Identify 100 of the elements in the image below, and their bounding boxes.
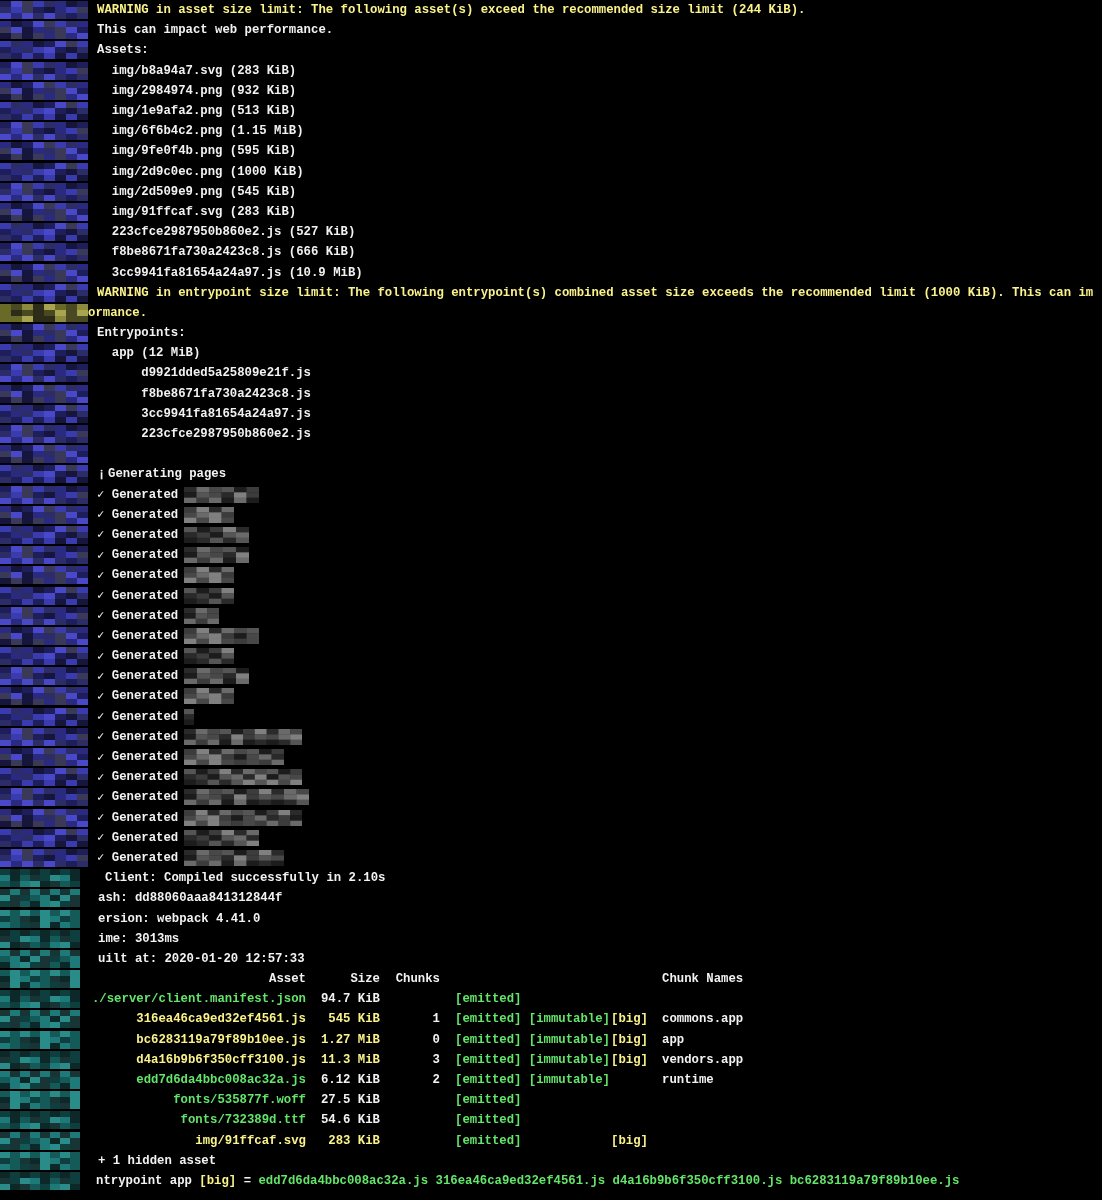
table-cell-text: 2 [431,1073,440,1088]
log-text: This can impact web performance. [97,23,334,38]
status-label: Generated [111,729,179,744]
warning-message: WARNING in asset size limit: The following asset(s) exceed the recommended size limit (244 KiB). [97,3,806,18]
check-icon: ✓ [97,507,105,523]
check-icon: ✓ [97,789,105,805]
pixelated-block [184,587,235,604]
status-label: Generated [111,548,179,563]
table-cell-text: 94.7 KiB [319,992,380,1007]
pixelated-block [184,526,250,543]
status-label: Generated [111,790,179,805]
pixelated-block [184,547,250,564]
status-label: Generated [111,487,179,502]
table-cell-text: 316ea46ca9ed32ef4561.js [135,1012,306,1027]
check-icon: ✓ [97,588,105,604]
table-cell-text: 0 [431,1032,440,1047]
asset-entry: img/2984974.png (932 KiB) [110,83,297,98]
pixelated-block [184,668,250,685]
status-label: Generated [111,830,179,845]
table-cell-text: bc6283119a79f89b10ee.js [135,1032,306,1047]
pixelated-block [184,708,195,725]
log-text: uilt at: 2020-01-20 12:57:33 [98,951,305,966]
pixelated-block [184,506,235,523]
check-icon: ✓ [97,688,105,704]
asset-entry: img/1e9afa2.png (513 KiB) [110,104,297,119]
table-cell-text: d4a16b9b6f350cff3100.js [135,1052,306,1067]
status-tag: [emitted] [455,1133,522,1148]
table-cell-text: fonts/535877f.woff [172,1093,306,1108]
log-text: ntrypoint app [96,1173,192,1188]
status-tag: [immutable] [528,1073,610,1088]
status-label: Generated [111,568,179,583]
status-tag: [immutable] [528,1052,610,1067]
column-header: Chunk Names [662,972,744,987]
table-cell-text: 545 KiB [327,1012,380,1027]
pixelated-block [184,648,235,665]
asset-entry: img/91ffcaf.svg (283 KiB) [110,204,297,219]
log-text: Assets: [97,43,149,58]
status-tag: [emitted] [455,1093,522,1108]
log-text: ash: dd88060aaa841312844f [98,891,283,906]
status-label: Generated [111,709,179,724]
table-cell-text: 11.3 MiB [319,1052,380,1067]
status-tag: [big] [611,1052,662,1067]
status-tag: [big] [611,1012,662,1027]
table-cell-text: 1 [431,1012,440,1027]
asset-entry: app (12 MiB) [110,346,201,361]
pixelated-block [184,607,220,624]
status-label: Generated [111,810,179,825]
check-icon: ✓ [97,850,105,866]
warning-message: WARNING in entrypoint size limit: The following entrypoint(s) combined asset size exceeds the recommended limit (1000 KiB). This can im [97,285,1094,300]
asset-entry: 223cfce2987950b860e2.js (527 KiB) [110,225,356,240]
log-text: = [243,1173,251,1188]
table-cell-text: 283 KiB [327,1133,380,1148]
pixelated-block [184,567,235,584]
check-icon: ✓ [97,547,105,563]
status-label: Generated [111,850,179,865]
check-icon: ✓ [97,830,105,846]
column-header: Size [349,972,380,987]
status-label: Generated [111,588,179,603]
check-icon: ✓ [97,648,105,664]
log-text: ersion: webpack 4.41.0 [98,911,261,926]
log-text: Entrypoints: [97,326,186,341]
asset-entry: f8be8671fa730a2423c8.js (666 KiB) [110,245,356,260]
check-icon: ✓ [97,729,105,745]
asset-entry: 3cc9941fa81654a24a97.js (10.9 MiB) [110,265,363,280]
column-header: Chunks [394,972,440,987]
table-cell-text: img/91ffcaf.svg [194,1133,306,1148]
check-icon: ✓ [97,769,105,785]
check-icon: ✓ [97,749,105,765]
log-text: + 1 hidden asset [98,1153,217,1168]
table-cell-text: 3 [431,1052,440,1067]
pixelated-block [184,688,235,705]
check-icon: ✓ [97,810,105,826]
file-list: edd7d6da4bbc008ac32a.js 316ea46ca9ed32ef4561.js d4a16b9b6f350cff3100.js bc6283119a79f89b10ee.js [258,1173,960,1188]
table-cell-text: edd7d6da4bbc008ac32a.js [135,1073,306,1088]
status-label: Generated [111,689,179,704]
table-cell-text: 54.6 KiB [319,1113,380,1128]
file-name: f8be8671fa730a2423c8.js [140,386,311,401]
status-label: Generated [111,507,179,522]
file-name: 3cc9941fa81654a24a97.js [140,406,311,421]
status-label: Generated [111,628,179,643]
table-cell: app [662,1032,685,1047]
column-header: Asset [268,972,306,987]
check-icon: ✓ [97,608,105,624]
log-text: Generating pages [108,467,227,482]
status-tag: [immutable] [528,1032,610,1047]
file-name: d9921dded5a25809e21f.js [140,366,311,381]
table-cell-text: 27.5 KiB [319,1093,380,1108]
check-icon: ✓ [97,567,105,583]
asset-entry: img/2d509e9.png (545 KiB) [110,184,297,199]
table-cell: commons.app [662,1012,744,1027]
status-tag: [emitted] [455,1113,522,1128]
status-label: Generated [111,527,179,542]
status-tag: [emitted] [455,1012,522,1027]
status-label: Generated [111,608,179,623]
status-label: Generated [111,770,179,785]
table-cell-text: ./server/client.manifest.json [91,992,306,1007]
check-icon: ✓ [97,527,105,543]
asset-entry: img/9fe0f4b.png (595 KiB) [110,144,297,159]
status-tag: [immutable] [528,1012,610,1027]
info-icon: ℹ [100,465,103,483]
